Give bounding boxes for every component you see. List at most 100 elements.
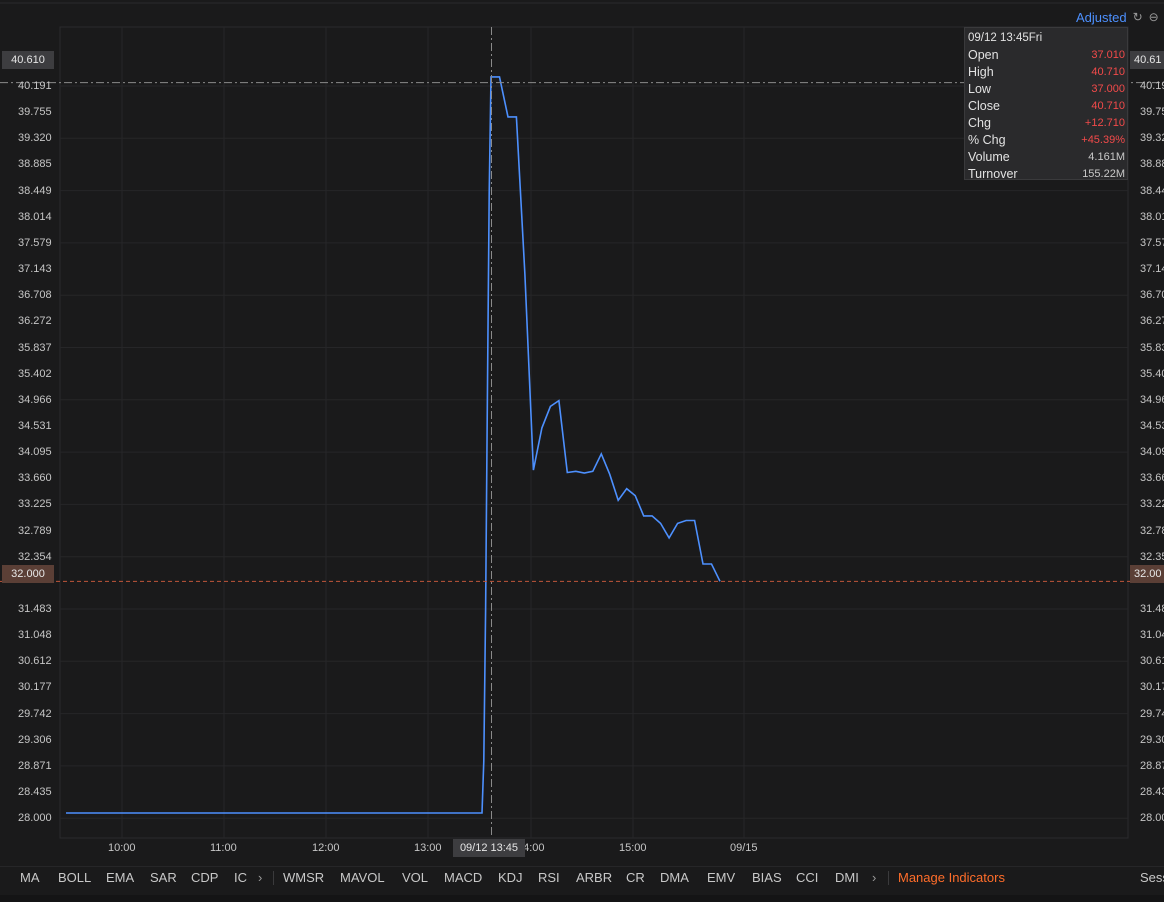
x-tick-label: 10:00 (108, 842, 136, 854)
tooltip-label: Low (968, 82, 991, 96)
indicator-divider-2 (888, 871, 889, 885)
crosshair-price-label-left: 40.610 (2, 51, 54, 69)
y-tick-label: 28.000 (18, 812, 52, 825)
tooltip-label: Close (968, 99, 1000, 113)
indicator-boll[interactable]: BOLL (58, 869, 91, 887)
manage-indicators-button[interactable]: Manage Indicators (898, 869, 1005, 887)
y-tick-label-right: 33.66 (1140, 472, 1164, 485)
y-tick-label: 35.837 (18, 341, 52, 354)
indicator-kdj[interactable]: KDJ (498, 869, 523, 887)
tooltip-datetime: 09/12 13:45Fri (968, 32, 1043, 44)
indicator-dma[interactable]: DMA (660, 869, 689, 887)
sessions-button[interactable]: Sessions (1140, 869, 1164, 887)
indicator-wmsr[interactable]: WMSR (283, 869, 324, 887)
indicator-ema[interactable]: EMA (106, 869, 134, 887)
tooltip-value: 4.161M (1088, 151, 1125, 163)
y-tick-label-right: 37.14 (1140, 263, 1164, 276)
tooltip-label: Open (968, 48, 999, 62)
indicator-ic[interactable]: IC (234, 869, 247, 887)
crosshair-time-label: 09/12 13:45 (453, 839, 525, 857)
y-tick-label: 28.435 (18, 786, 52, 799)
x-tick-label: 15:00 (619, 842, 647, 854)
y-tick-label-right: 28.87 (1140, 759, 1164, 772)
y-tick-label: 39.320 (18, 132, 52, 145)
tooltip-label: Chg (968, 116, 991, 130)
y-tick-label: 33.225 (18, 498, 52, 511)
base-price-label-right: 32.00 (1130, 565, 1164, 583)
y-tick-label-right: 35.83 (1140, 341, 1164, 354)
y-tick-label: 39.755 (18, 106, 52, 119)
y-tick-label: 37.579 (18, 236, 52, 249)
indicator-arbr[interactable]: ARBR (576, 869, 612, 887)
y-tick-label: 30.612 (18, 655, 52, 668)
tooltip-row: Open 37.010 (968, 47, 1125, 64)
y-tick-label-right: 38.01 (1140, 210, 1164, 223)
indicator-bar: MA BOLL EMA SAR CDP IC WMSR MAVOL VOL MACD KDJ RSI A… (0, 866, 1164, 889)
y-tick-label-right: 36.70 (1140, 289, 1164, 302)
y-tick-label: 34.531 (18, 419, 52, 432)
tooltip-row: Chg +12.710 (968, 115, 1125, 132)
reset-icon[interactable]: ↻ (1131, 10, 1145, 24)
y-tick-label-right: 29.74 (1140, 707, 1164, 720)
x-tick-label: 12:00 (312, 842, 340, 854)
y-tick-label: 38.449 (18, 184, 52, 197)
tooltip-value: 155.22M (1082, 168, 1125, 180)
tooltip-row: Volume 4.161M (968, 149, 1125, 166)
indicator-cr[interactable]: CR (626, 869, 645, 887)
chart-controls: Adjusted ↻ ⊖ (1076, 8, 1164, 26)
indicator-bias[interactable]: BIAS (752, 869, 782, 887)
price-line-series (66, 76, 721, 814)
tooltip-value: +12.710 (1084, 117, 1125, 129)
tooltip-label: % Chg (968, 133, 1006, 147)
indicator-emv[interactable]: EMV (707, 869, 735, 887)
y-tick-label-right: 37.57 (1140, 236, 1164, 249)
tooltip-row: Low 37.000 (968, 81, 1125, 98)
y-tick-label: 40.191 (18, 80, 52, 92)
y-tick-label-right: 39.75 (1140, 106, 1164, 119)
y-tick-label: 31.483 (18, 603, 52, 615)
indicator-mavol[interactable]: MAVOL (340, 869, 385, 887)
tooltip-row: % Chg +45.39% (968, 132, 1125, 149)
tooltip-value: 37.010 (1091, 49, 1125, 61)
x-tick-label: 13:00 (414, 842, 442, 854)
y-tick-label-right: 40.19 (1140, 80, 1164, 92)
ohlc-tooltip: 09/12 13:45Fri Open 37.010 High 40.710 Low 37… (964, 27, 1128, 183)
indicator-scroll-right-icon[interactable]: › (258, 869, 262, 887)
base-price-label-left: 32.000 (2, 565, 54, 583)
y-tick-label-right: 35.40 (1140, 367, 1164, 380)
y-tick-label-right: 28.00 (1140, 812, 1164, 825)
y-tick-label: 36.708 (18, 289, 52, 302)
indicator-macd[interactable]: MACD (444, 869, 482, 887)
tooltip-row: High 40.710 (968, 64, 1125, 81)
tooltip-row: Turnover 155.22M (968, 166, 1125, 183)
indicator-rsi[interactable]: RSI (538, 869, 560, 887)
indicator-dmi[interactable]: DMI (835, 869, 859, 887)
tooltip-value: +45.39% (1081, 134, 1125, 146)
indicator-vol[interactable]: VOL (402, 869, 428, 887)
tooltip-value: 40.710 (1091, 100, 1125, 112)
indicator-cdp[interactable]: CDP (191, 869, 218, 887)
y-tick-label: 38.014 (18, 210, 52, 223)
x-tick-label: 09/15 (730, 842, 758, 854)
y-tick-label-right: 34.96 (1140, 393, 1164, 406)
y-tick-label-right: 30.61 (1140, 655, 1164, 668)
indicator-ma[interactable]: MA (20, 869, 40, 887)
y-tick-label-right: 32.35 (1140, 550, 1164, 563)
y-tick-label-right: 28.43 (1140, 786, 1164, 799)
zoom-out-icon[interactable]: ⊖ (1147, 10, 1161, 24)
y-tick-label-right: 33.22 (1140, 498, 1164, 511)
y-tick-label-right: 31.04 (1140, 629, 1164, 642)
y-tick-label: 29.742 (18, 707, 52, 720)
indicator-cci[interactable]: CCI (796, 869, 818, 887)
y-tick-label-right: 39.32 (1140, 132, 1164, 145)
indicator-divider (273, 871, 274, 885)
tooltip-label: High (968, 65, 994, 79)
adjusted-toggle[interactable]: Adjusted (1076, 10, 1127, 25)
indicator-scroll-right-icon-2[interactable]: › (872, 869, 876, 887)
tooltip-value: 37.000 (1091, 83, 1125, 95)
y-tick-label-right: 36.27 (1140, 315, 1164, 328)
indicator-sar[interactable]: SAR (150, 869, 177, 887)
y-tick-label: 32.354 (18, 550, 52, 563)
y-tick-label-right: 34.09 (1140, 446, 1164, 459)
tooltip-label: Turnover (968, 167, 1018, 181)
